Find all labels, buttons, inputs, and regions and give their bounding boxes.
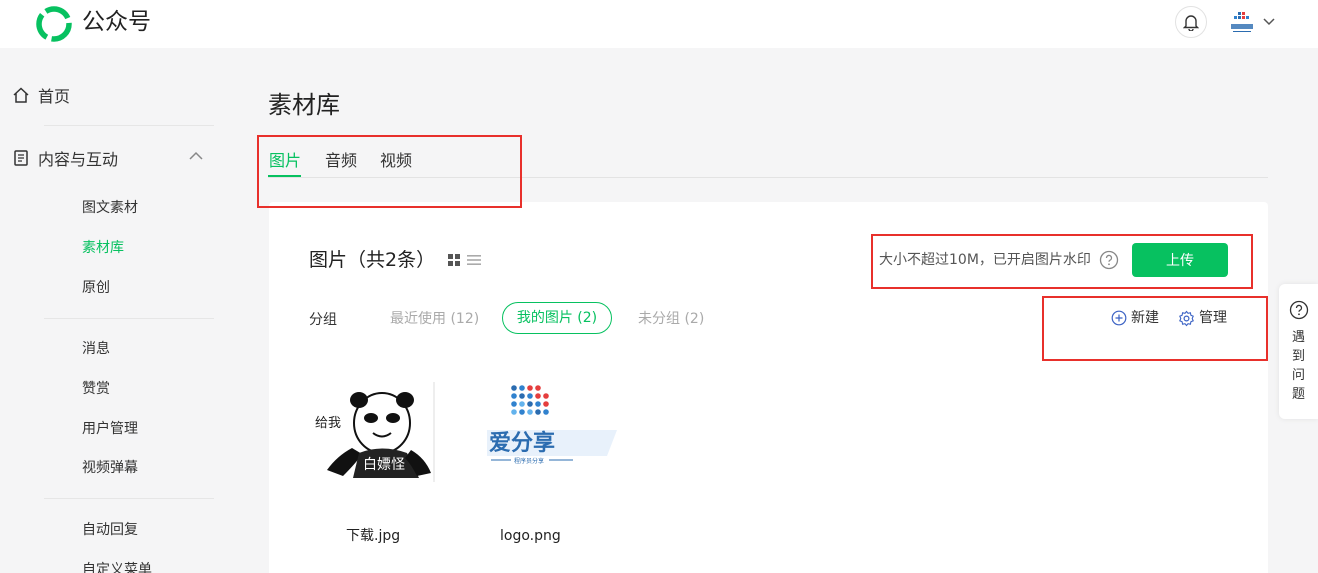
top-bar: 公众号 [0, 0, 1318, 48]
active-tab-indicator [268, 175, 301, 177]
app-title[interactable]: 公众号 [82, 8, 151, 36]
group-label: 分组 [309, 312, 337, 328]
sidebar-divider [44, 125, 214, 126]
image-thumbnail[interactable]: 给我 白嫖怪 [307, 378, 437, 486]
sidebar-item-messages[interactable]: 消息 [82, 340, 110, 358]
sidebar-item-autoreply[interactable]: 自动回复 [82, 521, 138, 539]
grid-view-icon[interactable] [448, 254, 460, 266]
tab-audio[interactable]: 音频 [325, 150, 357, 172]
bell-icon [1183, 15, 1199, 31]
sidebar-item-danmaku[interactable]: 视频弹幕 [82, 459, 138, 477]
help-label: 遇到问题 [1292, 330, 1306, 402]
page-title: 素材库 [268, 91, 340, 119]
manage-button[interactable]: 管理 [1178, 309, 1227, 327]
home-icon [12, 86, 30, 104]
document-icon [12, 149, 30, 167]
sidebar-divider [44, 498, 214, 499]
logo-image: 爱分享 程序员分享 [487, 385, 617, 465]
media-tabs: 图片 音频 视频 [268, 150, 1268, 178]
file-name: 下载.jpg [346, 528, 401, 544]
list-view-icon[interactable] [467, 254, 481, 266]
logo-caption-bottom: 程序员分享 [514, 457, 544, 465]
upload-button[interactable]: 上传 [1132, 243, 1228, 277]
dot-grid-logo [511, 385, 549, 415]
group-my-images[interactable]: 我的图片 (2) [502, 302, 612, 334]
sidebar-item-rewards[interactable]: 赞赏 [82, 380, 110, 398]
question-circle-icon[interactable] [1099, 250, 1119, 270]
question-circle-icon [1289, 300, 1309, 320]
help-floating-tab[interactable]: 遇到问题 [1279, 284, 1318, 419]
panel-title: 图片（共2条） [309, 249, 436, 271]
sidebar-item-articles[interactable]: 图文素材 [82, 199, 138, 217]
sidebar-item-home[interactable]: 首页 [12, 83, 70, 107]
image-thumbnail[interactable]: 爱分享 程序员分享 [487, 378, 617, 486]
tab-images[interactable]: 图片 [269, 150, 301, 172]
sidebar-item-custom-menu[interactable]: 自定义菜单 [82, 561, 152, 573]
sidebar-section-label: 内容与互动 [38, 150, 119, 169]
chevron-down-icon[interactable] [1263, 16, 1275, 26]
sidebar-section-content[interactable]: 内容与互动 [12, 146, 118, 170]
chevron-up-icon[interactable] [189, 151, 203, 161]
meme-caption-bottom: 白嫖怪 [363, 457, 405, 473]
new-group-button[interactable]: 新建 [1111, 309, 1159, 327]
file-name: logo.png [500, 528, 561, 544]
new-group-label: 新建 [1131, 310, 1159, 326]
group-ungrouped[interactable]: 未分组 (2) [638, 310, 704, 328]
wechat-mp-logo-icon[interactable] [36, 6, 72, 42]
meme-caption-top: 给我 [315, 416, 341, 431]
manage-label: 管理 [1199, 310, 1227, 326]
sidebar-divider [44, 318, 214, 319]
sidebar-item-library[interactable]: 素材库 [82, 239, 124, 257]
account-avatar[interactable] [1229, 10, 1255, 36]
panda-meme-image: 给我 白嫖怪 [307, 382, 435, 482]
notification-button[interactable] [1175, 6, 1207, 38]
plus-circle-icon [1111, 310, 1127, 326]
upload-hint: 大小不超过10M，已开启图片水印 [879, 252, 1091, 268]
logo-caption-top: 爱分享 [489, 430, 555, 456]
sidebar-item-label: 首页 [38, 87, 71, 106]
tab-video[interactable]: 视频 [380, 150, 412, 172]
sidebar-item-original[interactable]: 原创 [82, 279, 110, 297]
group-recent[interactable]: 最近使用 (12) [390, 310, 479, 328]
sidebar-item-users[interactable]: 用户管理 [82, 420, 138, 438]
gear-icon [1179, 310, 1194, 326]
